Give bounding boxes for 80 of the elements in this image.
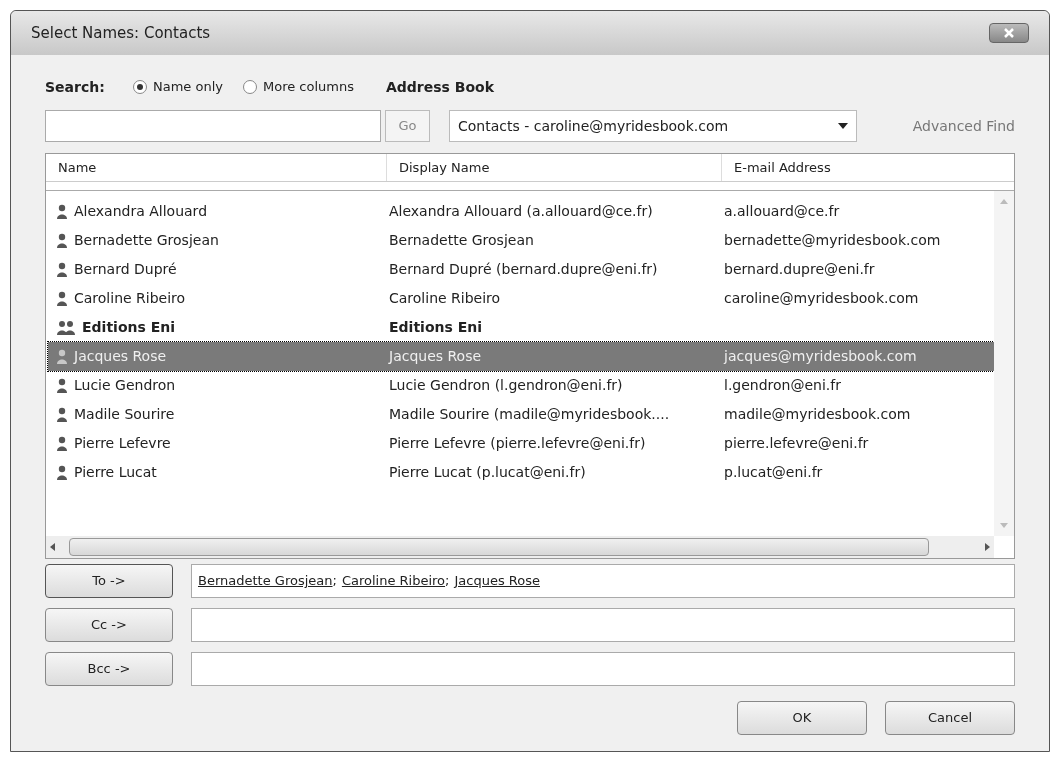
person-icon — [56, 464, 68, 481]
recipient-field[interactable]: Bernadette Grosjean; Caroline Ribeiro; Jacques Rose — [191, 564, 1015, 598]
table-cell: madile@myridesbook.com — [724, 406, 911, 422]
separator-text: ; — [332, 572, 337, 591]
contact-row[interactable]: Bernadette Grosjean Bernadette Grosjean bernadette@myridesbook.com — [48, 226, 994, 255]
people-icon — [56, 319, 76, 336]
recipient-field[interactable] — [191, 608, 1015, 642]
table-cell-text: Pierre Lefevre — [74, 434, 171, 453]
table-cell: Caroline Ribeiro — [389, 290, 501, 306]
table-cell-text: Lucie Gendron — [74, 376, 176, 395]
person-icon — [56, 261, 68, 278]
person-icon — [56, 406, 68, 423]
search-option-radio[interactable]: Name only — [133, 77, 223, 97]
table-cell: bernadette@myridesbook.com — [724, 232, 941, 248]
recipient-name[interactable]: Bernadette Grosjean — [198, 571, 333, 591]
window-title: Select Names: Contacts — [31, 22, 211, 44]
contact-row[interactable]: Pierre Lefevre Pierre Lefevre (pierre.lefevre@eni.fr) pierre.lefevre@eni.fr — [48, 429, 994, 458]
table-cell: Pierre Lucat (p.lucat@eni.fr) — [389, 464, 586, 480]
scroll-right-icon — [985, 543, 990, 551]
close-button[interactable] — [989, 23, 1029, 43]
table-cell-text: Bernard Dupré — [74, 260, 177, 279]
search-label: Search: — [45, 77, 106, 97]
recipient-field[interactable] — [191, 652, 1015, 686]
table-cell-text: Madile Sourire — [74, 405, 175, 424]
scroll-down-icon — [1000, 523, 1008, 528]
table-cell: pierre.lefevre@eni.fr — [724, 435, 869, 451]
scroll-up-icon — [1000, 199, 1008, 204]
table-cell-text: Pierre Lucat — [74, 463, 157, 482]
close-icon — [1003, 28, 1015, 38]
column-header[interactable]: Display Name — [387, 154, 722, 181]
person-icon — [56, 435, 68, 452]
table-cell: l.gendron@eni.fr — [724, 377, 841, 393]
table-cell-text: Alexandra Allouard — [74, 202, 207, 221]
person-icon — [56, 203, 68, 220]
table-cell-text: Bernadette Grosjean — [74, 231, 219, 250]
scroll-thumb[interactable] — [69, 538, 929, 556]
dialog-button[interactable]: OK — [737, 701, 867, 735]
table-cell: Jacques Rose — [389, 348, 482, 364]
table-cell-text: Caroline Ribeiro — [74, 289, 186, 308]
person-icon — [56, 377, 68, 394]
table-cell: Editions Eni — [389, 319, 482, 335]
table-cell: p.lucat@eni.fr — [724, 464, 823, 480]
scroll-left-icon — [50, 543, 55, 551]
recipient-name[interactable]: Jacques Rose — [454, 571, 540, 591]
contact-row[interactable]: Lucie Gendron Lucie Gendron (l.gendron@eni.fr) l.gendron@eni.fr — [48, 371, 994, 400]
table-cell-text: Editions Eni — [82, 318, 175, 337]
table-cell: Lucie Gendron (l.gendron@eni.fr) — [389, 377, 623, 393]
separator-text: ; — [445, 572, 450, 591]
column-header[interactable]: E-mail Address — [722, 154, 1014, 181]
dialog-button[interactable]: Cancel — [885, 701, 1015, 735]
table-cell: Alexandra Allouard (a.allouard@ce.fr) — [389, 203, 653, 219]
table-cell: caroline@myridesbook.com — [724, 290, 919, 306]
recipient-button[interactable]: Bcc -> — [45, 652, 173, 686]
search-option-radio[interactable]: More columns — [243, 77, 354, 97]
address-book-label: Address Book — [386, 77, 495, 97]
dropdown-arrow-icon — [838, 123, 848, 129]
person-icon — [56, 290, 68, 307]
table-cell: jacques@myridesbook.com — [724, 348, 917, 364]
contact-row[interactable]: Caroline Ribeiro Caroline Ribeiro caroline@myridesbook.com — [48, 284, 994, 313]
table-cell: Bernard Dupré (bernard.dupre@eni.fr) — [389, 261, 658, 277]
contact-row[interactable]: Jacques Rose Jacques Rose jacques@myridesbook.com — [48, 342, 994, 371]
contact-row[interactable]: Pierre Lucat Pierre Lucat (p.lucat@eni.fr) p.lucat@eni.fr — [48, 458, 994, 487]
recipient-button[interactable]: Cc -> — [45, 608, 173, 642]
table-cell-text: Jacques Rose — [74, 347, 167, 366]
contact-row[interactable]: Editions Eni Editions Eni — [48, 313, 994, 342]
contact-row[interactable]: Alexandra Allouard Alexandra Allouard (a.allouard@ce.fr) a.allouard@ce.fr — [48, 197, 994, 226]
search-field[interactable] — [45, 110, 381, 142]
table-cell: bernard.dupre@eni.fr — [724, 261, 875, 277]
table-cell: Pierre Lefevre (pierre.lefevre@eni.fr) — [389, 435, 646, 451]
contact-row[interactable]: Madile Sourire Madile Sourire (madile@myridesbook.... madile@myridesbook.com — [48, 400, 994, 429]
person-icon — [56, 348, 68, 365]
contact-row[interactable]: Bernard Dupré Bernard Dupré (bernard.dupre@eni.fr) bernard.dupre@eni.fr — [48, 255, 994, 284]
table-cell: Bernadette Grosjean — [389, 232, 534, 248]
table-cell: a.allouard@ce.fr — [724, 203, 840, 219]
address-book-dropdown[interactable]: Contacts - caroline@myridesbook.com — [449, 110, 857, 142]
person-icon — [56, 232, 68, 249]
column-header[interactable]: Name — [46, 154, 387, 181]
recipient-button[interactable]: To -> — [45, 564, 173, 598]
table-cell: Madile Sourire (madile@myridesbook.... — [389, 406, 670, 422]
advanced-find-link[interactable]: Advanced Find — [912, 115, 1015, 137]
